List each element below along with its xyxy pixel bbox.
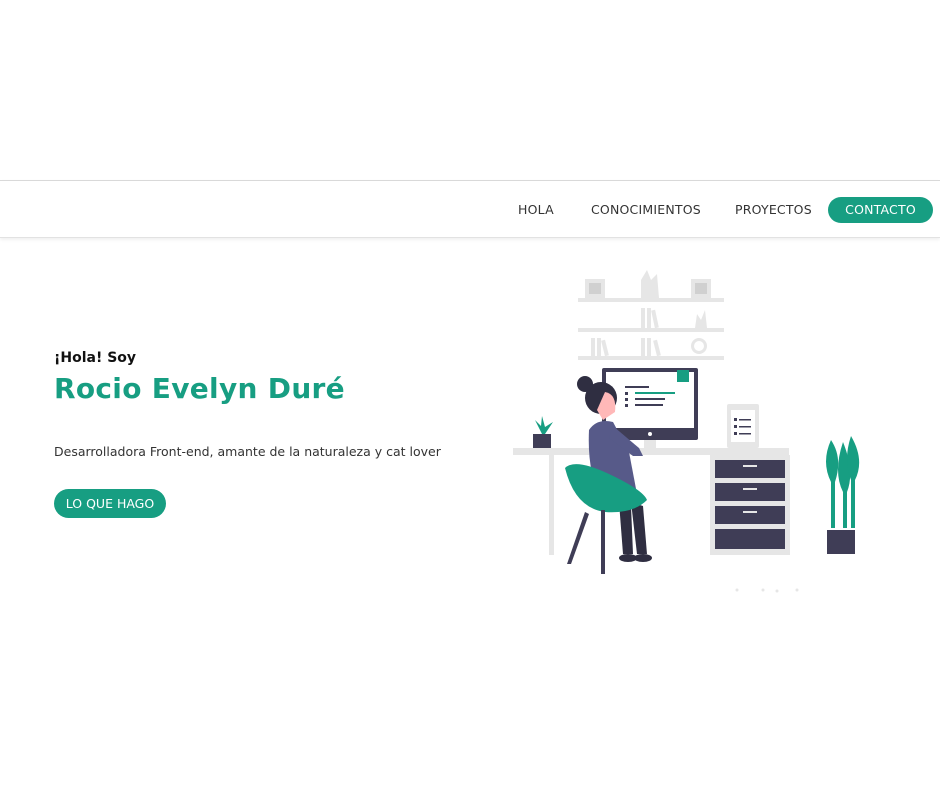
top-navbar: HOLA CONOCIMIENTOS PROYECTOS CONTACTO — [0, 180, 940, 238]
woman-at-desk-illustration — [513, 270, 860, 593]
potted-plant-graphic — [826, 436, 860, 554]
nav-contact-button[interactable]: CONTACTO — [828, 197, 933, 223]
lo-que-hago-button[interactable]: LO QUE HAGO — [54, 489, 166, 518]
nav-link-proyectos[interactable]: PROYECTOS — [735, 181, 812, 239]
nav-link-hola[interactable]: HOLA — [518, 181, 554, 239]
bookshelf-graphic — [578, 270, 724, 360]
floor-dots-graphic — [735, 588, 799, 593]
hero-name: Rocio Evelyn Duré — [54, 372, 345, 405]
hero-tagline: Desarrolladora Front-end, amante de la n… — [54, 444, 441, 459]
nav-link-conocimientos[interactable]: CONOCIMIENTOS — [591, 181, 701, 239]
hero-greeting: ¡Hola! Soy — [54, 350, 137, 366]
